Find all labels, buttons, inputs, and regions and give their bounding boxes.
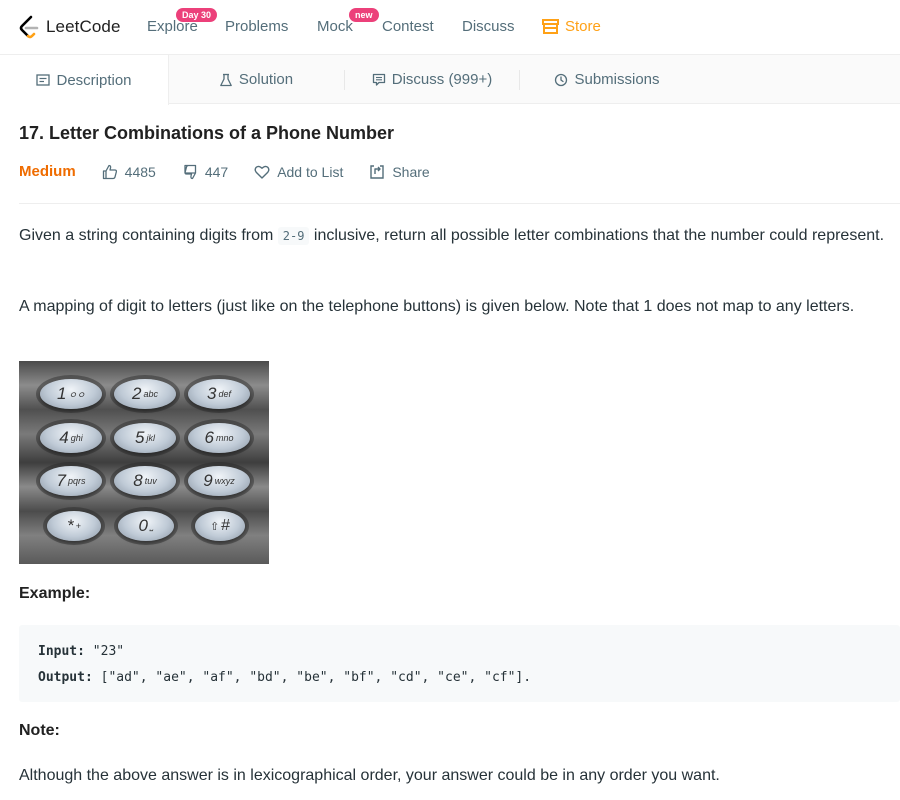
like-button[interactable]: 4485 — [102, 164, 156, 180]
key-letters: jkl — [146, 433, 155, 443]
new-badge: new — [349, 8, 379, 22]
key-letters: def — [218, 389, 231, 399]
example-heading: Example: — [19, 585, 91, 602]
dislike-button[interactable]: 447 — [182, 164, 228, 180]
note-text: Although the above answer is in lexicogr… — [19, 767, 720, 784]
key-letters: pqrs — [67, 476, 86, 486]
keypad-key: 8 tuv — [114, 466, 176, 496]
keypad-key: 9 wxyz — [188, 466, 250, 496]
tab-description-label: Description — [56, 71, 132, 89]
header-divider — [19, 203, 900, 204]
nav-problems[interactable]: Problems — [225, 18, 288, 35]
question-title: 17. Letter Combinations of a Phone Numbe… — [19, 123, 395, 143]
thumbs-down-icon — [184, 164, 196, 179]
nav-discuss-label: Discuss — [462, 18, 515, 35]
tab-solution-label: Solution — [238, 71, 294, 88]
nav-mock-label: Mock — [317, 18, 353, 35]
keypad-key: 1 ㅇㅇ — [40, 379, 102, 409]
nav-store-label: Store — [565, 18, 601, 35]
thumbs-up-icon — [102, 164, 117, 179]
store-icon — [542, 19, 559, 34]
key-digit: * — [67, 516, 74, 535]
key-letters: wxyz — [214, 476, 235, 486]
keypad-key: 7 pqrs — [40, 466, 102, 496]
nav-store[interactable]: Store — [542, 18, 601, 35]
key-letters: # — [221, 517, 231, 534]
key-digit: ⇧ — [209, 520, 220, 533]
keypad-key: ⇧ # — [195, 511, 245, 541]
share-label: Share — [392, 163, 430, 180]
like-count: 4485 — [124, 163, 156, 180]
inline-code-digits: 2-9 — [277, 227, 310, 245]
keypad-key: 2 abc — [114, 379, 176, 409]
tab-solution[interactable]: Solution — [169, 55, 343, 104]
key-letters: ㅇㅇ — [68, 389, 86, 400]
key-digit: 9 — [203, 471, 213, 490]
share-button[interactable]: Share — [369, 163, 430, 180]
tab-submissions[interactable]: Submissions — [520, 55, 694, 104]
tab-discuss-label: Discuss (999+) — [391, 71, 493, 88]
leetcode-logo[interactable]: LeetCode — [18, 15, 121, 39]
key-letters: mno — [215, 433, 234, 443]
key-letters: ghi — [70, 433, 83, 443]
output-value: ["ad", "ae", "af", "bd", "be", "bf", "cd… — [92, 670, 532, 685]
nav-mock[interactable]: new Mock — [317, 8, 379, 35]
comment-icon — [372, 73, 385, 86]
top-navbar: LeetCode Day 30 Explore Problems new Moc… — [0, 0, 900, 55]
logo-text: LeetCode — [46, 17, 121, 36]
clock-icon — [555, 73, 568, 86]
key-letters: tuv — [144, 476, 157, 486]
add-to-list-button[interactable]: Add to List — [254, 164, 343, 180]
problem-tabs: Description Solution Discuss (999+) Subm… — [0, 55, 900, 105]
keypad-key: * + — [47, 511, 101, 541]
example-code-block: Input: "23" Output: ["ad", "ae", "af", "… — [19, 625, 900, 702]
note-heading: Note: — [19, 722, 60, 739]
question-meta: Medium 4485 447 Add to List Share — [19, 163, 456, 180]
tab-description[interactable]: Description — [0, 55, 169, 105]
phone-keypad-image: 1 ㅇㅇ 2 abc 3 def 4 ghi 5 jkl 6 mno 7 pqrs 8 tuv … — [19, 361, 269, 564]
nav-contest-label: Contest — [382, 18, 434, 35]
key-digit: 6 — [204, 428, 214, 447]
key-digit: 2 — [132, 384, 142, 403]
output-label: Output: — [38, 670, 93, 685]
tab-submissions-label: Submissions — [574, 71, 660, 88]
description-paragraph-1: Given a string containing digits from 2-… — [19, 222, 899, 250]
text: Given a string containing digits from — [19, 227, 278, 244]
description-icon — [36, 74, 51, 86]
example-output-line: Output: ["ad", "ae", "af", "bd", "be", "… — [38, 665, 881, 691]
input-label: Input: — [38, 644, 85, 659]
key-digit: 4 — [59, 428, 69, 447]
day-30-badge: Day 30 — [176, 8, 218, 22]
key-digit: 8 — [133, 471, 143, 490]
key-digit: 0 — [138, 516, 148, 535]
key-digit: 7 — [56, 471, 66, 490]
tab-discuss[interactable]: Discuss (999+) — [345, 55, 519, 104]
key-digit: 1 — [56, 384, 67, 403]
heart-icon — [254, 165, 270, 179]
nav-contest[interactable]: Contest — [382, 18, 434, 35]
add-to-list-label: Add to List — [277, 163, 344, 180]
key-letters: + — [75, 521, 81, 531]
share-icon — [370, 164, 385, 179]
nav-explore[interactable]: Day 30 Explore — [147, 8, 218, 35]
difficulty-label: Medium — [19, 163, 76, 180]
flask-icon — [220, 73, 232, 86]
nav-discuss[interactable]: Discuss — [462, 18, 515, 35]
key-letters: abc — [143, 389, 158, 399]
keypad-key: 6 mno — [188, 423, 250, 453]
leetcode-logo-icon — [19, 15, 39, 39]
description-paragraph-2: A mapping of digit to letters (just like… — [19, 298, 855, 315]
text: inclusive, return all possible letter co… — [309, 227, 885, 244]
key-digit: 5 — [135, 428, 145, 447]
key-letters: ⎵ — [149, 520, 154, 531]
keypad-key: 3 def — [188, 379, 250, 409]
keypad-key: 4 ghi — [40, 423, 102, 453]
example-input-line: Input: "23" — [38, 639, 881, 665]
nav-problems-label: Problems — [225, 18, 289, 35]
key-digit: 3 — [207, 384, 217, 403]
dislike-count: 447 — [204, 163, 229, 180]
keypad-key: 0 ⎵ — [118, 511, 174, 541]
keypad-key: 5 jkl — [114, 423, 176, 453]
input-value: "23" — [84, 644, 125, 659]
